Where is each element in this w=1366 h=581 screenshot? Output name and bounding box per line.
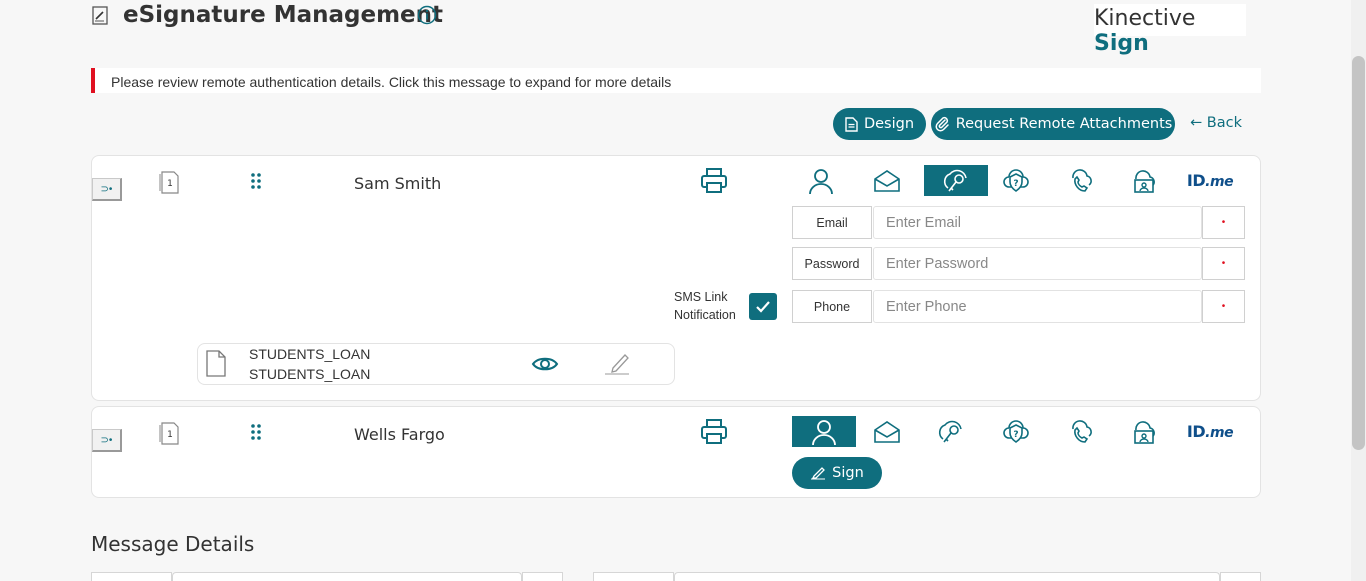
- auth-tab-person[interactable]: [792, 416, 856, 447]
- email-field[interactable]: [873, 206, 1202, 239]
- auth-tab-person[interactable]: [789, 165, 853, 196]
- email-required-indicator: •: [1202, 206, 1245, 239]
- checkmark-icon: [756, 300, 770, 313]
- back-link[interactable]: ← Back: [1190, 115, 1242, 131]
- svg-text:?: ?: [1013, 179, 1018, 189]
- auth-tab-phone[interactable]: [1048, 416, 1112, 447]
- document-count-icon: 1: [159, 171, 179, 194]
- auth-tab-password[interactable]: [924, 165, 988, 196]
- paperclip-icon: [935, 116, 949, 132]
- expand-collapse-button[interactable]: ⊃•: [92, 178, 122, 201]
- idme-logo: ID.me: [1186, 422, 1234, 441]
- auth-tab-idme[interactable]: ID.me: [1178, 416, 1242, 447]
- drag-handle-icon[interactable]: [250, 172, 262, 190]
- document-sign-icon: [92, 6, 108, 25]
- email-label: Email: [792, 206, 872, 239]
- info-icon[interactable]: [417, 5, 437, 25]
- shield-question-icon: ?: [1003, 419, 1029, 443]
- message-field-label: [91, 572, 172, 581]
- message-field-input[interactable]: [172, 572, 522, 581]
- phone-required-indicator: •: [1202, 290, 1245, 323]
- phone-icon: [1072, 419, 1092, 443]
- id-card-icon: [1134, 420, 1155, 444]
- phone-icon: [1072, 168, 1092, 192]
- person-icon: [812, 419, 836, 445]
- key-icon: [938, 420, 962, 442]
- person-icon: [809, 168, 833, 194]
- auth-tab-phone[interactable]: [1048, 165, 1112, 196]
- auth-tab-email[interactable]: [855, 165, 919, 196]
- auth-tab-id-card[interactable]: [1112, 165, 1176, 196]
- pen-icon: [811, 467, 826, 480]
- message-field-label: [593, 572, 674, 581]
- message-field-input[interactable]: [674, 572, 1220, 581]
- document-icon: [845, 116, 858, 132]
- envelope-icon: [874, 420, 900, 443]
- drag-handle-icon[interactable]: [250, 423, 262, 441]
- auth-tab-id-card[interactable]: [1112, 416, 1176, 447]
- document-icon: [206, 350, 226, 377]
- envelope-icon: [874, 169, 900, 192]
- id-card-icon: [1134, 169, 1155, 193]
- document-count-badge: 1: [167, 430, 173, 440]
- message-field-addon: [522, 572, 563, 581]
- signer-name: Sam Smith: [354, 174, 442, 193]
- sms-notification-checkbox[interactable]: [749, 293, 777, 320]
- document-count-icon: 1: [159, 422, 179, 445]
- printer-icon[interactable]: [700, 418, 728, 445]
- signer-name: Wells Fargo: [354, 425, 445, 444]
- phone-field[interactable]: [873, 290, 1202, 323]
- password-field[interactable]: [873, 247, 1202, 280]
- printer-icon[interactable]: [700, 167, 728, 194]
- sign-button[interactable]: Sign: [792, 457, 882, 489]
- expand-collapse-button[interactable]: ⊃•: [92, 429, 122, 452]
- phone-label: Phone: [792, 290, 872, 323]
- eye-icon[interactable]: [531, 355, 559, 373]
- auth-tab-security-question[interactable]: ?: [984, 416, 1048, 447]
- idme-logo: ID.me: [1186, 171, 1234, 190]
- document-count-badge: 1: [167, 179, 173, 189]
- password-label: Password: [792, 247, 872, 280]
- page-title: eSignature Management: [123, 2, 444, 28]
- auth-tab-idme[interactable]: ID.me: [1178, 165, 1242, 196]
- auth-tab-email[interactable]: [855, 416, 919, 447]
- svg-text:?: ?: [1013, 430, 1018, 440]
- scrollbar-thumb[interactable]: [1352, 56, 1365, 450]
- signature-pen-icon[interactable]: [603, 352, 631, 376]
- remote-auth-alert[interactable]: Please review remote authentication deta…: [91, 68, 1261, 93]
- shield-question-icon: ?: [1003, 168, 1029, 192]
- message-field-addon: [1220, 572, 1261, 581]
- document-name: STUDENTS_LOAN STUDENTS_LOAN: [249, 346, 371, 382]
- design-button[interactable]: Design: [833, 108, 926, 140]
- key-icon: [943, 169, 967, 191]
- sms-link-notification-label: SMS Link Notification: [674, 290, 736, 322]
- password-required-indicator: •: [1202, 247, 1245, 280]
- auth-tab-security-question[interactable]: ?: [984, 165, 1048, 196]
- brand-logo: Kinective Sign: [1094, 4, 1246, 56]
- message-details-title: Message Details: [91, 532, 255, 556]
- auth-tab-password[interactable]: [919, 416, 983, 447]
- request-remote-attachments-button[interactable]: Request Remote Attachments: [931, 108, 1175, 140]
